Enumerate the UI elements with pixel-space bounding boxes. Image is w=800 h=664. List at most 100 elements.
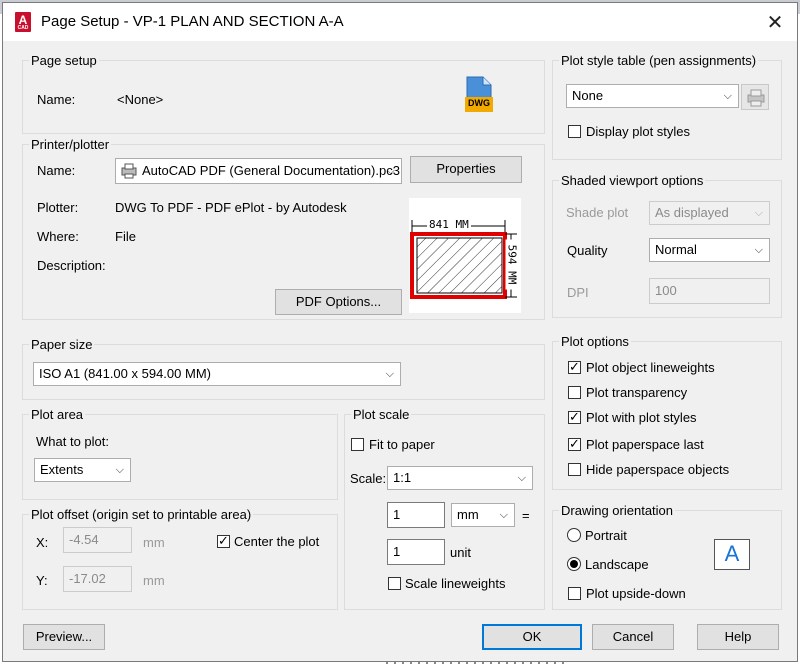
landscape-label: Landscape: [585, 557, 649, 572]
printer-plotter-legend: Printer/plotter: [29, 137, 112, 152]
shade-plot-label: Shade plot: [566, 205, 629, 220]
edit-plot-style-button[interactable]: [741, 84, 769, 110]
quality-label: Quality: [567, 243, 608, 258]
chevron-down-icon: ⌵: [385, 368, 394, 380]
plot-upside-down-label: Plot upside-down: [586, 586, 686, 601]
scale-value: 1:1: [393, 470, 412, 485]
fit-to-paper-checkbox[interactable]: [351, 438, 364, 451]
offset-x-label: X:: [36, 535, 49, 550]
plot-transparency-checkbox[interactable]: [568, 386, 581, 399]
display-plot-styles-label: Display plot styles: [586, 124, 691, 139]
quality-value: Normal: [655, 242, 697, 257]
autocad-app-icon: A CAD: [15, 12, 31, 32]
plot-style-table-group: [552, 60, 782, 160]
offset-y-label: Y:: [36, 573, 48, 588]
chevron-down-icon: ⌵: [754, 207, 763, 219]
paper-size-legend: Paper size: [29, 337, 95, 352]
preview-width-label: 841 MM: [427, 218, 471, 231]
plot-scale-legend: Plot scale: [351, 407, 412, 422]
chevron-down-icon: ⌵: [386, 165, 395, 177]
page-setup-name-label: Name:: [37, 92, 76, 107]
preview-button[interactable]: Preview...: [23, 624, 105, 650]
what-to-plot-select[interactable]: Extents ⌵: [34, 458, 131, 482]
display-plot-styles-checkbox[interactable]: [568, 125, 581, 138]
description-label: Description:: [37, 258, 106, 273]
portrait-radio[interactable]: [567, 528, 581, 542]
where-label: Where:: [37, 229, 79, 244]
plot-paperspace-last-checkbox[interactable]: [568, 436, 581, 452]
scale-paper-units-input[interactable]: 1: [387, 502, 445, 528]
hide-paperspace-objects-checkbox[interactable]: [568, 463, 581, 476]
plot-offset-legend: Plot offset (origin set to printable are…: [29, 507, 254, 522]
offset-y-input[interactable]: -17.02: [63, 566, 132, 592]
cancel-button[interactable]: Cancel: [592, 624, 674, 650]
preview-height-label: 594 MM: [505, 239, 519, 290]
landscape-orientation-icon: A: [714, 539, 750, 570]
scale-units-value: mm: [457, 507, 479, 522]
page-setup-dialog: A CAD Page Setup - VP-1 PLAN AND SECTION …: [2, 2, 798, 662]
scale-lineweights-label: Scale lineweights: [405, 576, 506, 591]
drawing-orientation-legend: Drawing orientation: [559, 503, 676, 518]
title-bar: A CAD Page Setup - VP-1 PLAN AND SECTION …: [3, 3, 797, 41]
scale-label: Scale:: [350, 471, 387, 486]
plot-style-edit-icon: [747, 89, 765, 107]
page-setup-legend: Page setup: [29, 53, 99, 68]
portrait-label: Portrait: [585, 528, 627, 543]
page-setup-name-value: <None>: [117, 92, 164, 107]
printer-name-value: AutoCAD PDF (General Documentation).pc3: [142, 163, 400, 178]
dialog-title: Page Setup - VP-1 PLAN AND SECTION A-A: [41, 13, 344, 30]
plotter-icon: [121, 163, 137, 179]
plot-style-table-select[interactable]: None ⌵: [566, 84, 739, 108]
orientation-letter: A: [724, 541, 740, 566]
scale-select[interactable]: 1:1 ⌵: [387, 466, 533, 490]
paper-size-select[interactable]: ISO A1 (841.00 x 594.00 MM) ⌵: [33, 362, 401, 386]
plot-with-plot-styles-checkbox[interactable]: [568, 409, 581, 425]
shaded-viewport-legend: Shaded viewport options: [559, 173, 706, 188]
dwg-badge-text: DWG: [468, 98, 490, 108]
plot-upside-down-checkbox[interactable]: [568, 587, 581, 600]
dpi-input[interactable]: 100: [649, 278, 770, 304]
what-to-plot-value: Extents: [40, 462, 84, 477]
help-button[interactable]: Help: [697, 624, 779, 650]
hide-paperspace-objects-label: Hide paperspace objects: [586, 462, 730, 477]
plot-area-group: [22, 414, 338, 500]
plot-object-lineweights-checkbox[interactable]: [568, 359, 581, 375]
offset-x-input[interactable]: -4.54: [63, 527, 132, 553]
offset-y-unit: mm: [143, 573, 165, 588]
plotter-value: DWG To PDF - PDF ePlot - by Autodesk: [115, 200, 347, 215]
chevron-down-icon: ⌵: [754, 244, 763, 256]
chevron-down-icon: ⌵: [517, 472, 526, 484]
scale-drawing-units-input[interactable]: 1: [387, 539, 445, 565]
offset-x-unit: mm: [143, 535, 165, 550]
plot-area-legend: Plot area: [29, 407, 86, 422]
shade-plot-value: As displayed: [655, 205, 729, 220]
plot-style-table-value: None: [572, 88, 604, 103]
shade-plot-select[interactable]: As displayed ⌵: [649, 201, 770, 225]
printer-name-label: Name:: [37, 163, 76, 178]
printer-name-select[interactable]: AutoCAD PDF (General Documentation).pc3 …: [115, 158, 402, 184]
plot-object-lineweights-label: Plot object lineweights: [586, 360, 715, 375]
close-icon[interactable]: ✕: [761, 9, 789, 37]
plot-transparency-label: Plot transparency: [586, 385, 688, 400]
chevron-down-icon: ⌵: [115, 464, 124, 476]
dwg-file-icon: DWG: [465, 76, 493, 114]
properties-button[interactable]: Properties: [410, 156, 522, 183]
plot-with-plot-styles-label: Plot with plot styles: [586, 410, 697, 425]
ok-button[interactable]: OK: [482, 624, 582, 650]
where-value: File: [115, 229, 136, 244]
quality-select[interactable]: Normal ⌵: [649, 238, 770, 262]
scale-equals-sign: =: [522, 508, 530, 523]
scale-lineweights-checkbox[interactable]: [388, 577, 401, 590]
landscape-radio[interactable]: [567, 557, 581, 571]
scale-units-select[interactable]: mm ⌵: [451, 503, 515, 527]
plot-paperspace-last-label: Plot paperspace last: [586, 437, 704, 452]
chevron-down-icon: ⌵: [499, 509, 508, 521]
fit-to-paper-label: Fit to paper: [369, 437, 435, 452]
pdf-options-button[interactable]: PDF Options...: [275, 289, 402, 315]
plot-options-legend: Plot options: [559, 334, 631, 349]
dpi-label: DPI: [567, 285, 589, 300]
center-plot-checkbox[interactable]: [217, 533, 230, 549]
scale-unit-label: unit: [450, 545, 471, 560]
chevron-down-icon: ⌵: [723, 90, 732, 102]
plotter-label: Plotter:: [37, 200, 79, 215]
